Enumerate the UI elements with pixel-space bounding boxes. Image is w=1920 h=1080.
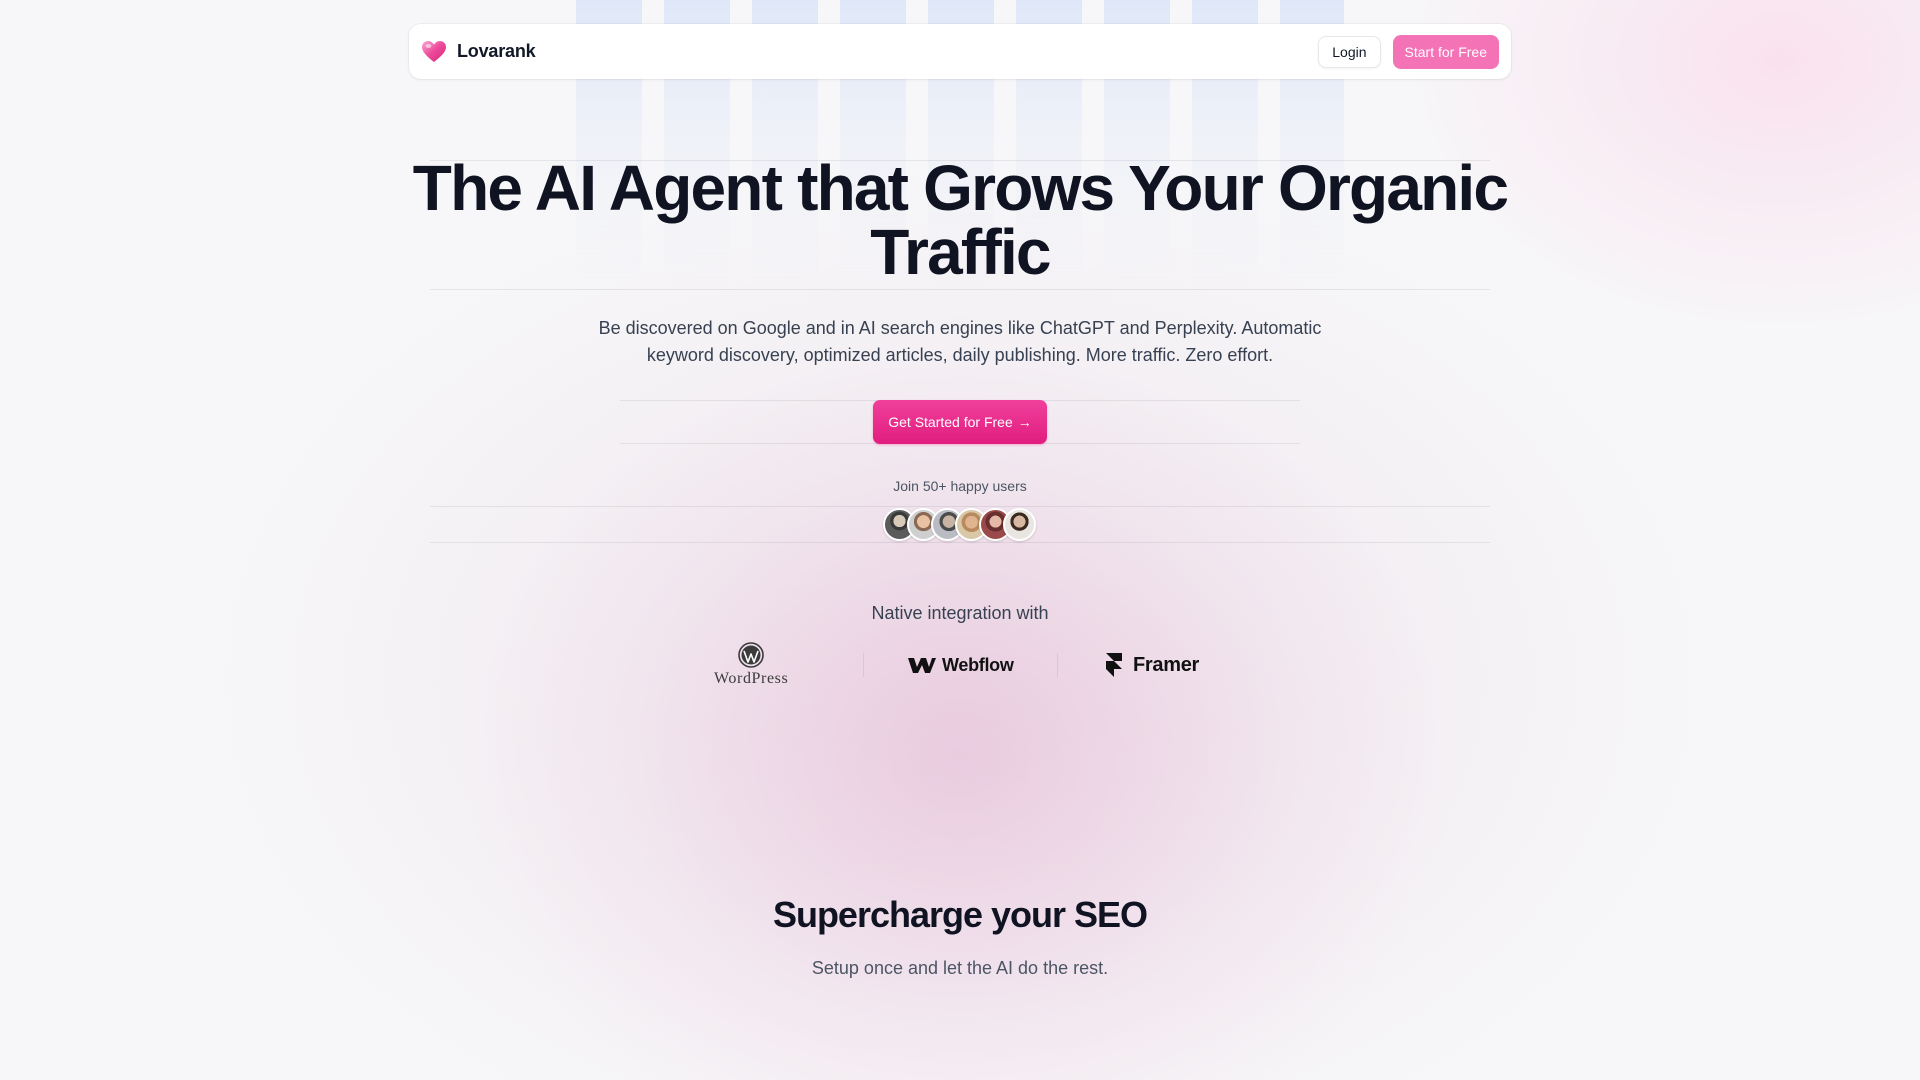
avatars-rule-bottom bbox=[430, 542, 1490, 543]
hero-title-line2: Traffic bbox=[870, 216, 1051, 288]
wordpress-logo: WordPress bbox=[714, 640, 788, 690]
heart-icon bbox=[421, 39, 447, 65]
wordpress-label: WordPress bbox=[714, 670, 789, 687]
navbar: Lovarank Login Start for Free bbox=[409, 24, 1511, 79]
nav-actions: Login Start for Free bbox=[1318, 34, 1499, 69]
user-avatars bbox=[883, 508, 1043, 541]
integrations-label: Native integration with bbox=[871, 603, 1049, 623]
login-button[interactable]: Login bbox=[1318, 35, 1381, 68]
framer-logo: Framer bbox=[1105, 640, 1199, 690]
section-subtitle: Setup once and let the AI do the rest. bbox=[811, 958, 1109, 978]
arrow-right-icon: → bbox=[1017, 414, 1032, 430]
hero-title: The AI Agent that Grows Your Organic Tra… bbox=[360, 156, 1560, 284]
framer-label: Framer bbox=[1133, 653, 1200, 676]
hero-title-line1: The AI Agent that Grows Your Organic bbox=[412, 152, 1509, 224]
webflow-icon bbox=[908, 658, 936, 673]
hero-title-rule-bottom bbox=[430, 289, 1490, 290]
brand-link[interactable]: Lovarank bbox=[421, 39, 536, 65]
hero-subtitle-line1: Be discovered on Google and in AI search… bbox=[598, 318, 1322, 338]
start-for-free-button[interactable]: Start for Free bbox=[1392, 34, 1499, 69]
integration-logos: WordPress Webflow Framer bbox=[700, 640, 1220, 690]
hero-subtitle: Be discovered on Google and in AI search… bbox=[560, 315, 1360, 369]
logo-divider bbox=[1057, 653, 1058, 677]
section-title: Supercharge your SEO bbox=[772, 894, 1148, 935]
hero-subtitle-line2: keyword discovery, optimized articles, d… bbox=[646, 345, 1274, 365]
webflow-label: Webflow bbox=[942, 654, 1014, 675]
join-users-text: Join 50+ happy users bbox=[893, 478, 1027, 494]
avatars-rule-top bbox=[430, 506, 1490, 507]
avatar bbox=[1003, 508, 1036, 541]
brand-name: Lovarank bbox=[457, 41, 536, 61]
logo-divider bbox=[863, 653, 864, 677]
get-started-button[interactable]: Get Started for Free → bbox=[873, 400, 1047, 444]
webflow-logo: Webflow bbox=[908, 640, 1014, 690]
wordpress-icon bbox=[738, 642, 764, 668]
framer-icon bbox=[1106, 653, 1122, 677]
get-started-label: Get Started for Free bbox=[888, 414, 1013, 430]
